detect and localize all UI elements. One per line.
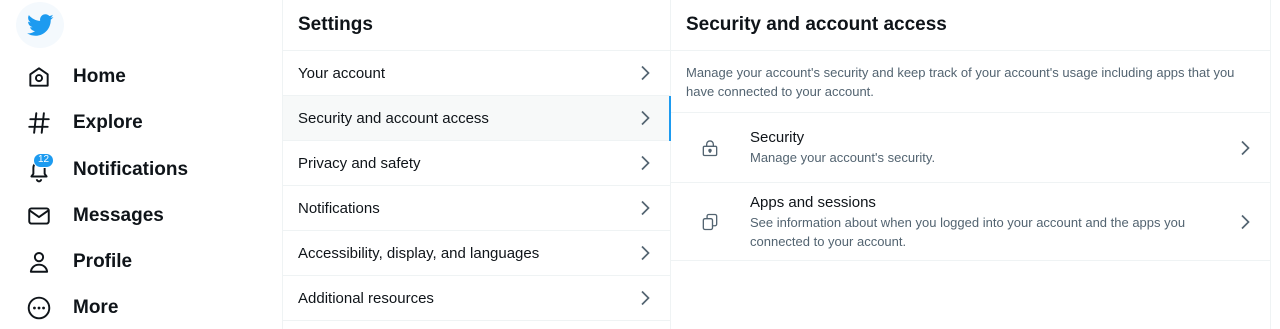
detail-title: Security and account access xyxy=(671,0,1270,51)
twitter-logo-icon[interactable] xyxy=(16,2,64,48)
detail-column: Security and account access Manage your … xyxy=(671,0,1271,329)
settings-item-label: Your account xyxy=(298,64,386,82)
detail-item-subtitle: Manage your account's security. xyxy=(750,150,936,165)
nav-notifications[interactable]: 12 Notifications xyxy=(24,153,188,187)
settings-item-additional-resources[interactable]: Additional resources xyxy=(283,276,670,321)
nav-label: Home xyxy=(73,66,126,87)
detail-item-title: Apps and sessions xyxy=(750,193,876,211)
settings-column: Settings Your account Security and accou… xyxy=(282,0,671,329)
chevron-right-icon xyxy=(636,154,654,172)
chevron-right-icon xyxy=(636,109,654,127)
chevron-right-icon xyxy=(1236,139,1254,157)
settings-item-label: Notifications xyxy=(298,199,380,217)
detail-description: Manage your account's security and keep … xyxy=(671,51,1270,113)
nav-label: Profile xyxy=(73,251,133,272)
settings-title: Settings xyxy=(283,0,670,51)
chevron-right-icon xyxy=(636,64,654,82)
home-icon xyxy=(24,62,54,92)
chevron-right-icon xyxy=(636,244,654,262)
more-circle-icon xyxy=(24,293,54,323)
detail-item-subtitle: See information about when you logged in… xyxy=(750,214,1186,249)
settings-item-label: Privacy and safety xyxy=(298,154,421,172)
apps-icon xyxy=(699,211,721,233)
nav-label: Explore xyxy=(73,112,143,133)
settings-item-privacy-and-safety[interactable]: Privacy and safety xyxy=(283,141,670,186)
settings-item-label: Accessibility, display, and languages xyxy=(298,244,540,262)
chevron-right-icon xyxy=(636,289,654,307)
notification-count-badge: 12 xyxy=(33,153,55,168)
detail-item-apps-and-sessions[interactable]: Apps and sessions See information about … xyxy=(671,183,1270,261)
nav-label: Notifications xyxy=(73,159,189,180)
settings-item-notifications[interactable]: Notifications xyxy=(283,186,670,231)
bell-icon: 12 xyxy=(24,153,55,185)
envelope-icon xyxy=(24,201,54,231)
lock-icon xyxy=(699,137,721,159)
hashtag-icon xyxy=(24,108,54,138)
settings-item-label: Additional resources xyxy=(298,289,434,307)
detail-item-security[interactable]: Security Manage your account's security. xyxy=(671,113,1270,183)
settings-item-security-and-account-access[interactable]: Security and account access xyxy=(283,96,671,141)
person-icon xyxy=(24,247,54,277)
settings-item-your-account[interactable]: Your account xyxy=(283,51,670,96)
settings-item-label: Security and account access xyxy=(298,109,489,127)
nav-profile[interactable]: Profile xyxy=(24,245,132,279)
detail-item-title: Security xyxy=(750,129,805,146)
left-nav: Home Explore 12 Notifications Messages P… xyxy=(0,0,282,329)
settings-item-accessibility[interactable]: Accessibility, display, and languages xyxy=(283,231,670,276)
nav-more[interactable]: More xyxy=(24,291,118,325)
nav-explore[interactable]: Explore xyxy=(24,106,143,140)
nav-messages[interactable]: Messages xyxy=(24,199,164,233)
nav-label: More xyxy=(73,297,119,318)
nav-label: Messages xyxy=(73,205,164,226)
chevron-right-icon xyxy=(636,199,654,217)
nav-home[interactable]: Home xyxy=(24,60,126,94)
chevron-right-icon xyxy=(1236,213,1254,231)
